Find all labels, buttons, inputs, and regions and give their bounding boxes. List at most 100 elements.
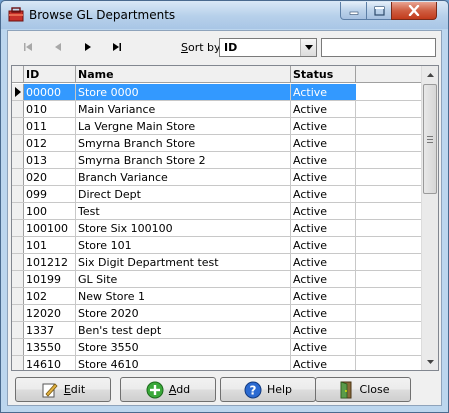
row-indicator[interactable] [12,101,24,117]
cell-id[interactable]: 100100 [24,220,76,236]
column-header-name[interactable]: Name [76,66,291,83]
cell-name[interactable]: Store 2020 [76,305,291,321]
cell-name[interactable]: Store 0000 [76,84,291,100]
row-indicator[interactable] [12,322,24,338]
cell-name[interactable]: Store 101 [76,237,291,253]
row-indicator[interactable] [12,186,24,202]
row-indicator[interactable] [12,203,24,219]
cell-id[interactable]: 101212 [24,254,76,270]
cell-name[interactable]: Store Six 100100 [76,220,291,236]
row-indicator[interactable] [12,84,24,100]
cell-name[interactable]: La Vergne Main Store [76,118,291,134]
add-button[interactable]: Add [120,377,216,402]
chevron-down-icon[interactable] [300,39,316,56]
cell-id[interactable]: 14610 [24,356,76,370]
cell-name[interactable]: Store 4610 [76,356,291,370]
row-indicator[interactable] [12,152,24,168]
table-row[interactable]: 13550 Store 3550 Active [12,339,423,356]
table-row[interactable]: 1337 Ben's test dept Active [12,322,423,339]
cell-status[interactable]: Active [291,288,356,304]
cell-id[interactable]: 100 [24,203,76,219]
cell-id[interactable]: 011 [24,118,76,134]
scroll-down-icon[interactable] [422,353,438,370]
cell-status[interactable]: Active [291,152,356,168]
row-indicator[interactable] [12,339,24,355]
cell-name[interactable]: Store 3550 [76,339,291,355]
cell-id[interactable]: 020 [24,169,76,185]
table-row[interactable]: 14610 Store 4610 Active [12,356,423,370]
cell-name[interactable]: Ben's test dept [76,322,291,338]
row-indicator[interactable] [12,169,24,185]
cell-status[interactable]: Active [291,220,356,236]
title-bar[interactable]: Browse GL Departments [1,1,448,29]
cell-name[interactable]: Test [76,203,291,219]
cell-id[interactable]: 102 [24,288,76,304]
row-indicator[interactable] [12,118,24,134]
previous-record-button[interactable] [48,39,68,55]
cell-status[interactable]: Active [291,254,356,270]
departments-grid[interactable]: ID Name Status 00000 Store 0000 Active 010 M… [11,65,439,371]
table-row[interactable]: 102 New Store 1 Active [12,288,423,305]
table-row[interactable]: 12020 Store 2020 Active [12,305,423,322]
row-indicator[interactable] [12,135,24,151]
column-header-status[interactable]: Status [291,66,356,83]
row-indicator[interactable] [12,271,24,287]
cell-id[interactable]: 099 [24,186,76,202]
row-indicator[interactable] [12,305,24,321]
cell-status[interactable]: Active [291,169,356,185]
table-row[interactable]: 101212 Six Digit Department test Active [12,254,423,271]
cell-name[interactable]: Smyrna Branch Store 2 [76,152,291,168]
cell-name[interactable]: Six Digit Department test [76,254,291,270]
cell-status[interactable]: Active [291,203,356,219]
cell-id[interactable]: 12020 [24,305,76,321]
cell-status[interactable]: Active [291,84,356,100]
table-row[interactable]: 100 Test Active [12,203,423,220]
cell-name[interactable]: Direct Dept [76,186,291,202]
table-row[interactable]: 100100 Store Six 100100 Active [12,220,423,237]
row-indicator[interactable] [12,288,24,304]
table-row[interactable]: 013 Smyrna Branch Store 2 Active [12,152,423,169]
cell-status[interactable]: Active [291,186,356,202]
cell-id[interactable]: 13550 [24,339,76,355]
cell-status[interactable]: Active [291,237,356,253]
last-record-button[interactable] [107,39,127,55]
edit-button[interactable]: Edit [15,377,111,402]
next-record-button[interactable] [78,39,98,55]
cell-id[interactable]: 00000 [24,84,76,100]
table-row[interactable]: 10199 GL Site Active [12,271,423,288]
column-header-id[interactable]: ID [24,66,76,83]
maximize-button[interactable] [366,2,392,20]
table-row[interactable]: 101 Store 101 Active [12,237,423,254]
vertical-scrollbar[interactable] [421,66,438,370]
row-indicator[interactable] [12,220,24,236]
cell-id[interactable]: 012 [24,135,76,151]
cell-status[interactable]: Active [291,356,356,370]
cell-name[interactable]: Smyrna Branch Store [76,135,291,151]
cell-name[interactable]: Branch Variance [76,169,291,185]
help-button[interactable]: ? Help [220,377,316,402]
cell-id[interactable]: 101 [24,237,76,253]
row-indicator[interactable] [12,237,24,253]
cell-status[interactable]: Active [291,339,356,355]
row-indicator[interactable] [12,356,24,370]
close-button[interactable]: Close [315,377,411,402]
cell-status[interactable]: Active [291,322,356,338]
minimize-button[interactable] [340,2,367,20]
cell-status[interactable]: Active [291,135,356,151]
cell-status[interactable]: Active [291,101,356,117]
cell-status[interactable]: Active [291,305,356,321]
cell-id[interactable]: 10199 [24,271,76,287]
sort-by-select[interactable]: ID [219,38,317,57]
table-row[interactable]: 010 Main Variance Active [12,101,423,118]
scroll-up-icon[interactable] [422,66,438,83]
table-row[interactable]: 00000 Store 0000 Active [12,84,423,101]
cell-id[interactable]: 010 [24,101,76,117]
table-row[interactable]: 012 Smyrna Branch Store Active [12,135,423,152]
cell-id[interactable]: 013 [24,152,76,168]
cell-name[interactable]: GL Site [76,271,291,287]
table-row[interactable]: 011 La Vergne Main Store Active [12,118,423,135]
table-row[interactable]: 020 Branch Variance Active [12,169,423,186]
cell-name[interactable]: Main Variance [76,101,291,117]
close-window-button[interactable] [391,2,437,20]
cell-status[interactable]: Active [291,271,356,287]
